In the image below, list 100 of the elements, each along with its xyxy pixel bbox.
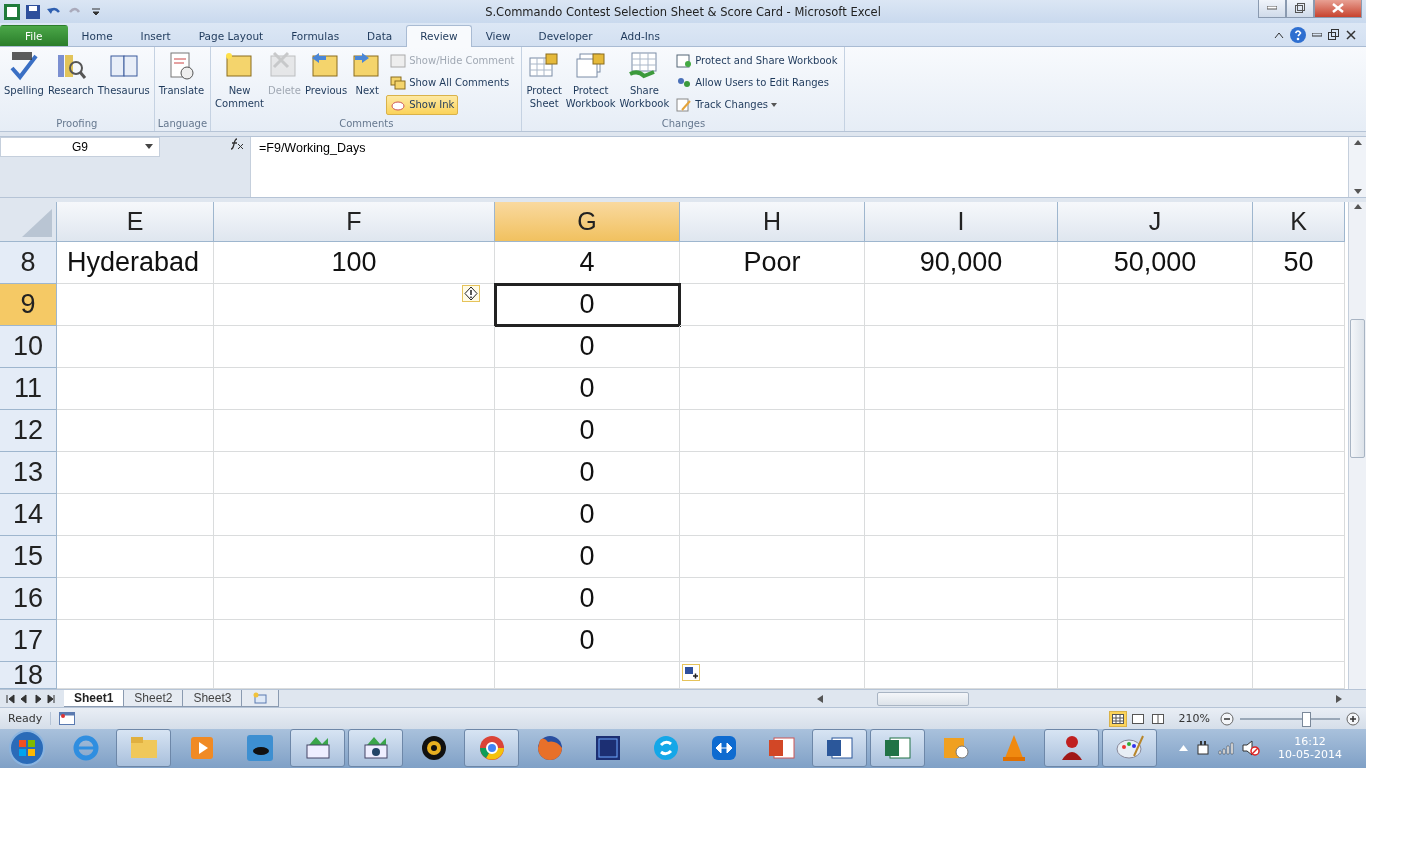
table-cell[interactable] — [680, 368, 865, 411]
table-cell[interactable] — [1253, 536, 1345, 579]
taskbar-button[interactable] — [870, 729, 925, 768]
show-hidden-icons-icon[interactable] — [1179, 745, 1189, 752]
table-cell[interactable] — [865, 284, 1058, 327]
ribbon-button[interactable]: Previous — [303, 49, 349, 117]
ribbon-button[interactable]: Spelling — [3, 49, 45, 117]
signal-bars-icon[interactable] — [1218, 741, 1235, 756]
table-cell[interactable] — [1058, 284, 1253, 327]
scroll-thumb[interactable] — [1350, 319, 1365, 459]
scroll-up-icon[interactable] — [1353, 204, 1362, 210]
save-icon[interactable] — [24, 2, 42, 21]
ribbon-tab[interactable]: View — [471, 24, 525, 46]
column-header[interactable]: F — [214, 202, 495, 243]
table-cell[interactable]: 100 — [214, 242, 495, 285]
row-header[interactable]: 16 — [0, 578, 57, 621]
row-header[interactable]: 15 — [0, 536, 57, 579]
minimize-icon[interactable] — [1312, 32, 1322, 37]
row-header[interactable]: 18 — [0, 662, 57, 690]
name-box[interactable]: G9 — [0, 136, 160, 157]
table-cell[interactable] — [57, 578, 214, 621]
ribbon-tab[interactable]: Data — [353, 24, 407, 46]
table-cell[interactable] — [214, 452, 495, 495]
table-cell[interactable] — [214, 326, 495, 369]
table-cell[interactable] — [865, 494, 1058, 537]
table-cell[interactable] — [865, 368, 1058, 411]
row-header[interactable]: 17 — [0, 620, 57, 663]
table-cell[interactable] — [680, 494, 865, 537]
ribbon-button[interactable]: Translate — [157, 49, 206, 117]
close-icon[interactable] — [1346, 29, 1356, 40]
restore-button[interactable] — [1286, 0, 1314, 18]
ribbon-tab[interactable]: Add-Ins — [606, 24, 674, 46]
table-cell[interactable] — [1058, 452, 1253, 495]
formula-field[interactable]: =F9/Working_Days — [250, 136, 1348, 198]
column-header[interactable]: I — [865, 202, 1058, 243]
table-cell[interactable] — [680, 578, 865, 621]
table-cell[interactable] — [1058, 536, 1253, 579]
error-warning-icon[interactable] — [462, 285, 480, 303]
table-cell[interactable] — [57, 452, 214, 495]
table-cell[interactable] — [57, 620, 214, 663]
table-cell[interactable] — [57, 494, 214, 537]
table-cell[interactable]: 50 — [1253, 242, 1345, 285]
row-header[interactable]: 13 — [0, 452, 57, 495]
table-cell[interactable]: 0 — [495, 536, 680, 579]
muted-speaker-icon[interactable] — [1242, 740, 1261, 757]
table-cell[interactable] — [680, 284, 865, 327]
power-plug-icon[interactable] — [1196, 740, 1211, 757]
ribbon-button[interactable]: Next — [350, 49, 385, 117]
table-cell[interactable] — [214, 410, 495, 453]
zoom-out-icon[interactable] — [1220, 711, 1234, 726]
sheet-tab[interactable]: Sheet2 — [124, 690, 184, 708]
ribbon-button[interactable]: Show Ink — [386, 94, 459, 115]
sheet-tab[interactable]: Sheet3 — [183, 690, 243, 708]
ribbon-button[interactable]: Protect Workbook — [564, 49, 617, 117]
ribbon-tab[interactable]: Insert — [126, 24, 185, 46]
collapse-ribbon-icon[interactable] — [1274, 30, 1284, 39]
table-cell[interactable] — [1253, 452, 1345, 495]
column-header[interactable]: E — [57, 202, 214, 243]
table-cell[interactable] — [865, 452, 1058, 495]
active-cell[interactable]: 0 — [495, 284, 680, 327]
ribbon-button[interactable]: Share Workbook — [618, 49, 671, 117]
ribbon-button[interactable]: Protect Sheet — [525, 49, 563, 117]
ribbon-button[interactable]: Track Changes — [672, 94, 782, 115]
taskbar-button[interactable] — [348, 729, 403, 768]
ribbon-button[interactable]: New Comment — [214, 49, 266, 117]
table-cell[interactable]: 0 — [495, 578, 680, 621]
table-cell[interactable]: 0 — [495, 410, 680, 453]
start-orb-icon[interactable] — [8, 729, 46, 768]
table-cell[interactable] — [680, 326, 865, 369]
ribbon-tab[interactable]: Review — [406, 24, 472, 47]
table-cell[interactable] — [865, 620, 1058, 663]
sheet-tab[interactable]: Sheet1 — [64, 690, 125, 708]
ribbon-tab[interactable]: File — [0, 24, 68, 46]
taskbar-button[interactable] — [812, 729, 867, 768]
table-cell[interactable] — [1058, 578, 1253, 621]
table-cell[interactable]: 0 — [495, 452, 680, 495]
help-icon[interactable] — [1290, 26, 1306, 43]
table-cell[interactable] — [1058, 620, 1253, 663]
ribbon-button[interactable]: Thesaurus — [96, 49, 151, 117]
table-cell[interactable] — [1253, 620, 1345, 663]
column-header[interactable]: J — [1058, 202, 1253, 243]
scroll-right-icon[interactable] — [1336, 694, 1342, 703]
table-cell[interactable] — [1253, 368, 1345, 411]
table-cell[interactable] — [865, 410, 1058, 453]
zoom-level[interactable]: 210% — [1178, 712, 1210, 726]
horizontal-scrollbar[interactable] — [817, 691, 1342, 707]
table-cell[interactable] — [1058, 410, 1253, 453]
table-cell[interactable] — [57, 326, 214, 369]
table-cell[interactable] — [680, 410, 865, 453]
row-header[interactable]: 9 — [0, 284, 57, 327]
macro-record-icon[interactable] — [59, 712, 76, 726]
table-cell[interactable] — [1253, 578, 1345, 621]
row-header[interactable]: 10 — [0, 326, 57, 369]
column-header[interactable]: G — [495, 202, 680, 243]
table-cell[interactable] — [57, 368, 214, 411]
row-header[interactable]: 12 — [0, 410, 57, 453]
table-cell[interactable] — [57, 536, 214, 579]
row-header[interactable]: 8 — [0, 242, 57, 285]
table-cell[interactable] — [1253, 284, 1345, 327]
table-cell[interactable]: 4 — [495, 242, 680, 285]
